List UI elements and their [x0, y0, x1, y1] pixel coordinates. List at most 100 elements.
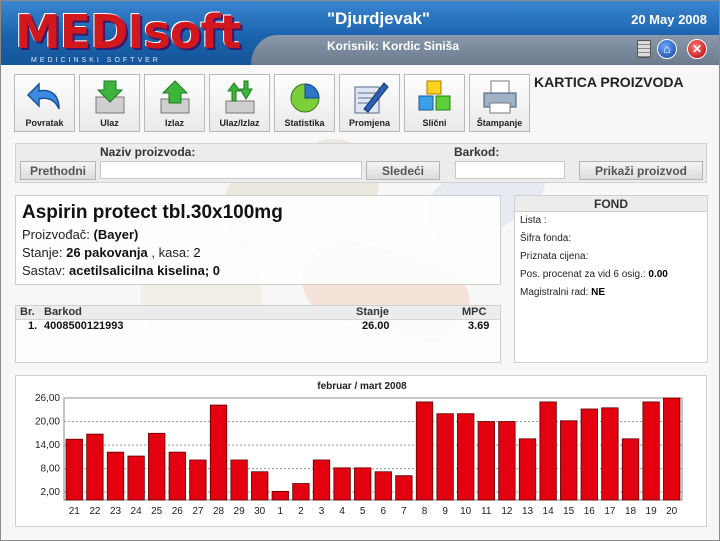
fond-priznata-row: Priznata cijena:	[515, 248, 707, 266]
chart-bar	[436, 413, 454, 501]
statistika-button-label: Statistika	[284, 118, 325, 128]
fond-magistralni-row: Magistralni rad: NE	[515, 284, 707, 302]
fond-magistralni-value: NE	[591, 287, 606, 298]
x-tick-label: 10	[460, 506, 472, 517]
x-tick-label: 12	[501, 506, 513, 517]
x-tick-label: 2	[298, 506, 304, 517]
stock-label: Stanje:	[22, 245, 63, 260]
x-tick-label: 18	[625, 506, 637, 517]
chart-bar	[168, 451, 186, 501]
chart-bar	[457, 413, 475, 501]
chart-bar	[251, 471, 269, 501]
chart-bar	[65, 438, 83, 501]
fond-panel: FOND Lista : Šifra fonda: Priznata cijen…	[514, 195, 708, 363]
x-tick-label: 29	[234, 506, 246, 517]
chart-bar	[106, 451, 125, 501]
fond-title: FOND	[515, 196, 707, 212]
slicni-button[interactable]: Slični	[404, 74, 465, 132]
chart-bar	[663, 397, 681, 501]
stampanje-button-label: Štampanje	[476, 118, 523, 128]
manufacturer-value: (Bayer)	[93, 227, 139, 242]
chart-bar	[333, 467, 351, 501]
barcode-input[interactable]	[455, 161, 565, 179]
slicni-button-label: Slični	[422, 118, 447, 128]
x-tick-label: 1	[278, 506, 284, 517]
next-button[interactable]: Sledeći	[366, 161, 440, 180]
previous-button[interactable]: Prethodni	[20, 161, 96, 180]
chart-bar	[518, 438, 537, 501]
x-tick-label: 14	[543, 506, 555, 517]
x-tick-label: 21	[69, 506, 81, 517]
fond-pos-label: Pos. procenat za vid 6 osig.:	[520, 269, 646, 280]
pharmacy-name: "Djurdjevak"	[327, 9, 431, 28]
kasa-label: , kasa:	[151, 245, 190, 260]
x-tick-label: 7	[401, 506, 407, 517]
y-tick-label: 14,00	[35, 440, 60, 451]
chart-bar	[560, 420, 578, 501]
y-tick-label: 26,00	[35, 393, 60, 404]
current-date: 20 May 2008	[631, 12, 707, 27]
col-header-barkod: Barkod	[44, 306, 82, 318]
logo-subtitle: MEDICINSKI SOFTVER	[31, 57, 161, 64]
x-tick-label: 22	[89, 506, 101, 517]
chart-bar	[642, 401, 660, 501]
chart-bar	[292, 483, 310, 501]
ulaz-button[interactable]: Ulaz	[79, 74, 140, 132]
fond-magistralni-label: Magistralni rad:	[520, 287, 589, 298]
x-tick-label: 17	[604, 506, 616, 517]
x-tick-label: 25	[151, 506, 163, 517]
show-product-button[interactable]: Prikaži proizvod	[579, 161, 703, 180]
x-tick-label: 19	[646, 506, 658, 517]
kasa-value: 2	[193, 245, 201, 260]
chart-bar	[189, 459, 207, 501]
fond-priznata-label: Priznata cijena:	[520, 251, 589, 262]
x-tick-label: 28	[213, 506, 225, 517]
promjena-button[interactable]: Promjena	[339, 74, 400, 132]
product-name-input[interactable]	[100, 161, 362, 179]
x-tick-label: 30	[254, 506, 266, 517]
x-tick-label: 13	[522, 506, 534, 517]
x-tick-label: 5	[360, 506, 366, 517]
chart-bar	[86, 433, 104, 501]
barcode-table: Br. Barkod Stanje MPC 1. 4008500121993 2…	[15, 305, 501, 363]
x-tick-label: 4	[339, 506, 345, 517]
table-row[interactable]: 1. 4008500121993 26.00 3.69	[16, 320, 500, 336]
stampanje-button[interactable]: Štampanje	[469, 74, 530, 132]
fond-sifra-label: Šifra fonda:	[520, 233, 572, 244]
printer-icon	[483, 80, 516, 114]
chart-bar	[477, 421, 495, 501]
chart-bar	[230, 459, 248, 501]
back-button[interactable]: Povratak	[14, 74, 75, 132]
x-tick-label: 15	[563, 506, 575, 517]
logo-text: MEDIsoft	[15, 5, 241, 59]
close-icon[interactable]: ✕	[687, 39, 707, 59]
home-icon[interactable]: ⌂	[657, 39, 677, 59]
calculator-icon[interactable]	[637, 40, 651, 58]
app-window: MEDIsoft MEDICINSKI SOFTVER "Djurdjevak"…	[0, 0, 720, 541]
box-in-out-icon	[225, 80, 254, 114]
x-tick-label: 20	[666, 506, 678, 517]
chart-bar	[271, 490, 289, 501]
pie-chart-icon	[290, 83, 320, 113]
barcode-table-header: Br. Barkod Stanje MPC	[16, 306, 500, 320]
chart-bar	[395, 475, 413, 501]
chart-bar	[127, 455, 145, 501]
y-tick-label: 20,00	[35, 417, 60, 428]
ulaz-izlaz-button-label: Ulaz/Izlaz	[219, 118, 260, 128]
izlaz-button[interactable]: Izlaz	[144, 74, 205, 132]
chart-bar	[148, 432, 166, 501]
chart-bar	[621, 438, 640, 501]
barcode-label: Barkod:	[454, 145, 500, 159]
chart-bar	[498, 421, 516, 501]
chart-bar	[312, 459, 331, 501]
x-tick-label: 9	[442, 506, 448, 517]
y-tick-label: 2,00	[41, 487, 61, 498]
chart-title: februar / mart 2008	[317, 381, 407, 392]
ulaz-izlaz-button[interactable]: Ulaz/Izlaz	[209, 74, 270, 132]
stock-line: Stanje: 26 pakovanja , kasa: 2	[22, 244, 494, 262]
cell-mpc: 3.69	[468, 320, 490, 332]
chart-bar	[209, 404, 228, 501]
chart-bar	[580, 408, 598, 501]
promjena-button-label: Promjena	[348, 118, 390, 128]
statistika-button[interactable]: Statistika	[274, 74, 335, 132]
